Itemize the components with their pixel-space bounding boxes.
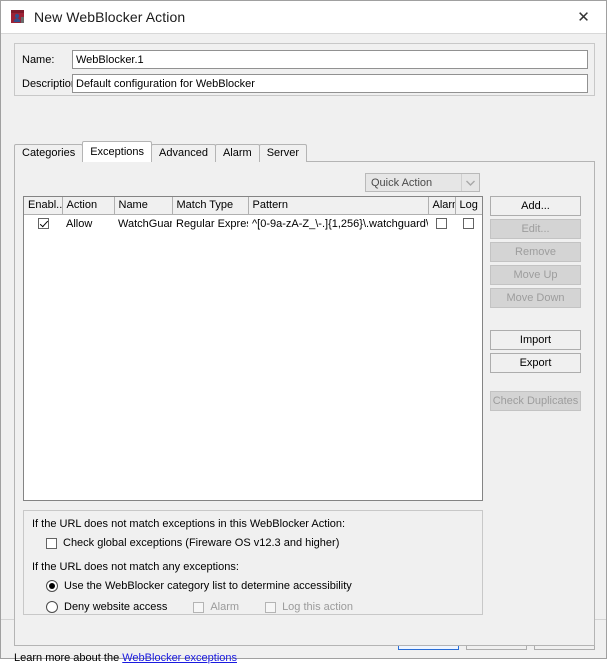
button-gap-1 <box>490 311 581 330</box>
table-header-row: Enabl... Action Name Match Type Pattern … <box>24 197 482 214</box>
use-category-list-row[interactable]: Use the WebBlocker category list to dete… <box>46 580 352 592</box>
deny-website-access-label: Deny website access <box>64 601 167 613</box>
row-name-cell: WatchGuard <box>114 214 172 233</box>
row-log-checkbox[interactable] <box>463 218 474 229</box>
row-enabled-checkbox[interactable] <box>38 218 49 229</box>
row-pattern-cell: ^[0-9a-zA-Z_\-.]{1,256}\.watchguard\.c..… <box>248 214 428 233</box>
learn-more-prefix: Learn more about the <box>14 652 122 664</box>
description-label: Description: <box>15 78 72 90</box>
column-header-name[interactable]: Name <box>114 197 172 214</box>
quick-action-dropdown[interactable]: Quick Action <box>365 173 480 192</box>
row-alarm-cell[interactable] <box>428 214 455 233</box>
deny-log-label: Log this action <box>282 601 353 613</box>
column-header-log[interactable]: Log <box>455 197 482 214</box>
add-button[interactable]: Add... <box>490 196 581 216</box>
tab-exceptions[interactable]: Exceptions <box>82 141 152 162</box>
check-global-exceptions-label: Check global exceptions (Fireware OS v12… <box>63 537 339 549</box>
export-button[interactable]: Export <box>490 353 581 373</box>
description-input[interactable] <box>72 74 588 93</box>
deny-website-access-radio[interactable] <box>46 601 58 613</box>
move-up-button: Move Up <box>490 265 581 285</box>
button-gap-2 <box>490 376 581 391</box>
deny-alarm-group: Alarm <box>193 601 239 613</box>
deny-log-checkbox <box>265 602 276 613</box>
check-global-exceptions-row[interactable]: Check global exceptions (Fireware OS v12… <box>46 537 339 549</box>
column-header-match-type[interactable]: Match Type <box>172 197 248 214</box>
column-header-alarm[interactable]: Alarm <box>428 197 455 214</box>
check-duplicates-button: Check Duplicates <box>490 391 581 411</box>
import-button[interactable]: Import <box>490 330 581 350</box>
no-match-action-heading: If the URL does not match exceptions in … <box>32 518 345 530</box>
tab-alarm[interactable]: Alarm <box>215 144 260 162</box>
row-alarm-checkbox[interactable] <box>436 218 447 229</box>
exceptions-panel: Quick Action Enabl... Action <box>14 161 595 646</box>
no-match-any-heading: If the URL does not match any exceptions… <box>32 561 239 573</box>
tab-server[interactable]: Server <box>259 144 307 162</box>
check-global-exceptions-checkbox[interactable] <box>46 538 57 549</box>
name-row: Name: <box>15 50 594 69</box>
close-icon[interactable]: ✕ <box>561 1 606 32</box>
title-bar: New WebBlocker Action ✕ <box>1 1 606 34</box>
description-row: Description: <box>15 74 594 93</box>
column-header-action[interactable]: Action <box>62 197 114 214</box>
page-title: New WebBlocker Action <box>34 9 185 25</box>
deny-alarm-checkbox <box>193 602 204 613</box>
deny-website-access-row[interactable]: Deny website access Alarm Log this actio… <box>46 601 353 613</box>
learn-more-line: Learn more about the WebBlocker exceptio… <box>14 652 237 664</box>
identity-group: Name: Description: <box>14 43 595 96</box>
deny-log-group: Log this action <box>265 601 353 613</box>
column-header-pattern[interactable]: Pattern <box>248 197 428 214</box>
table-row[interactable]: Allow WatchGuard Regular Expres... ^[0-9… <box>24 214 482 233</box>
use-category-list-radio[interactable] <box>46 580 58 592</box>
column-header-enabled[interactable]: Enabl... <box>24 197 62 214</box>
dialog-body: Name: Description: Categories Exceptions… <box>1 34 606 619</box>
row-action-cell: Allow <box>62 214 114 233</box>
exceptions-table[interactable]: Enabl... Action Name Match Type Pattern … <box>23 196 483 501</box>
chevron-down-icon <box>461 174 479 191</box>
name-input[interactable] <box>72 50 588 69</box>
webblocker-exceptions-link[interactable]: WebBlocker exceptions <box>122 652 237 664</box>
row-enabled-cell[interactable] <box>24 214 62 233</box>
table-action-buttons: Add... Edit... Remove Move Up Move Down … <box>490 196 581 414</box>
quick-action-label: Quick Action <box>366 177 461 189</box>
tab-advanced[interactable]: Advanced <box>151 144 216 162</box>
remove-button: Remove <box>490 242 581 262</box>
new-webblocker-action-dialog: New WebBlocker Action ✕ Name: Descriptio… <box>0 0 607 659</box>
tab-strip: Categories Exceptions Advanced Alarm Ser… <box>14 142 306 162</box>
edit-button: Edit... <box>490 219 581 239</box>
fallback-options-group: If the URL does not match exceptions in … <box>23 510 483 615</box>
tab-categories[interactable]: Categories <box>14 144 83 162</box>
row-match-type-cell: Regular Expres... <box>172 214 248 233</box>
watchguard-app-icon <box>10 9 26 25</box>
name-label: Name: <box>15 54 72 66</box>
row-log-cell[interactable] <box>455 214 482 233</box>
move-down-button: Move Down <box>490 288 581 308</box>
deny-alarm-label: Alarm <box>210 601 239 613</box>
use-category-list-label: Use the WebBlocker category list to dete… <box>64 580 352 592</box>
